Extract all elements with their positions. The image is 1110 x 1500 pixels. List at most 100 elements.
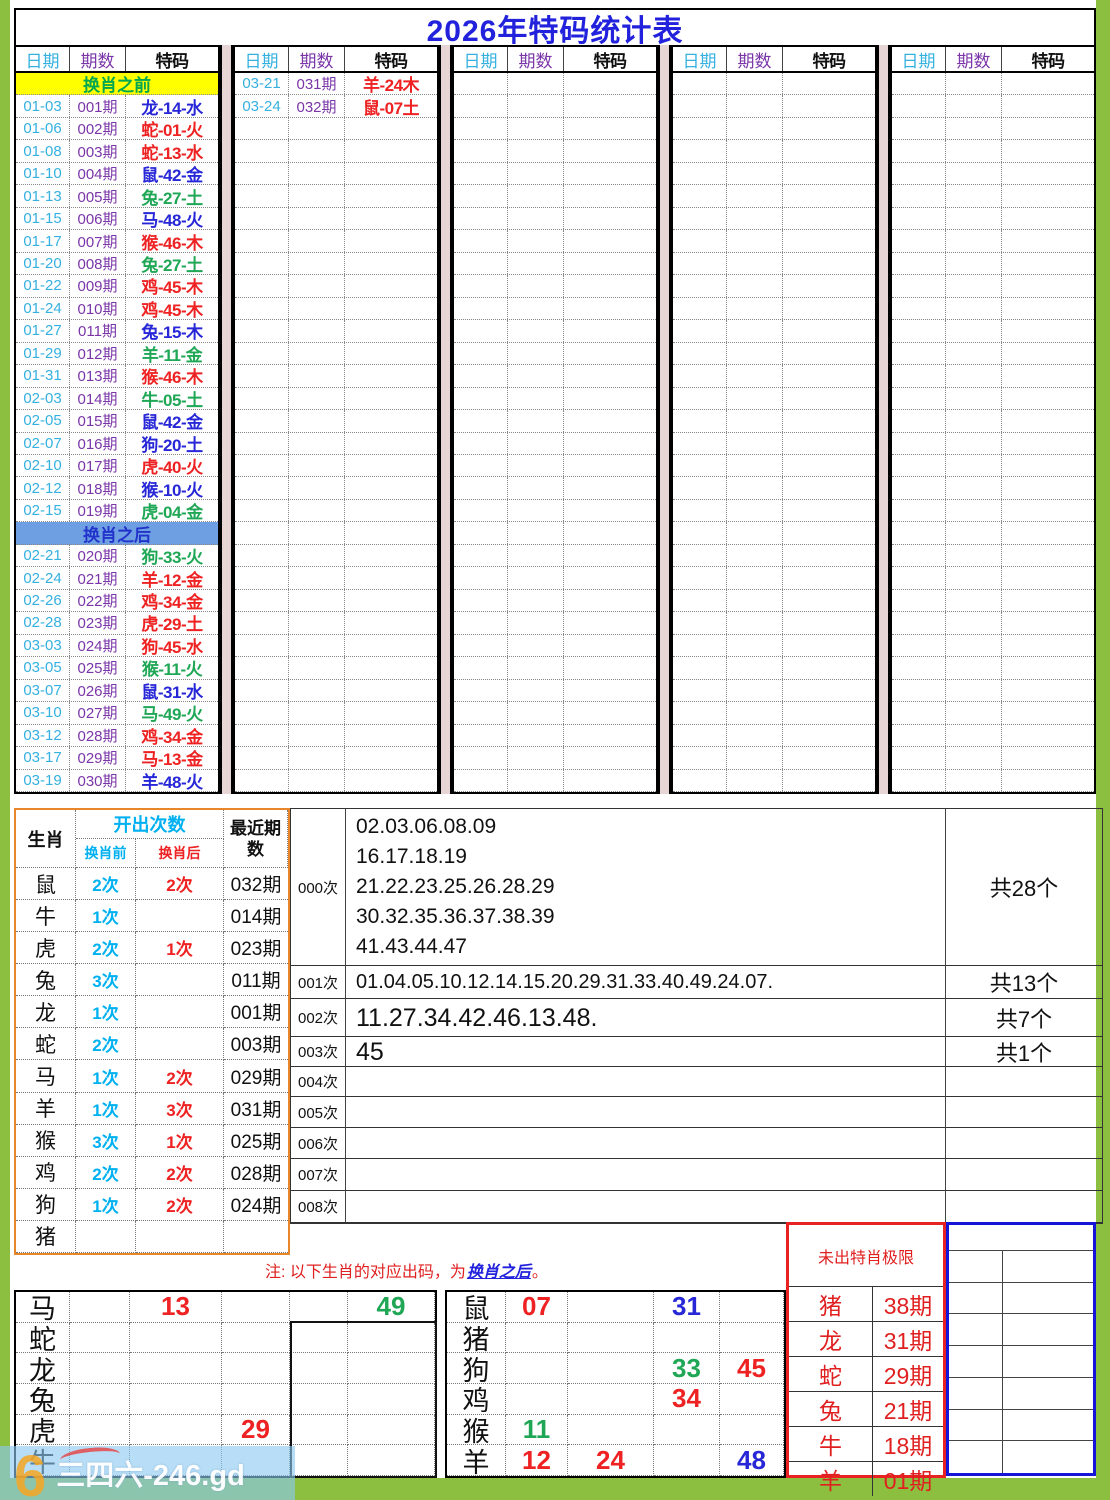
table-row: 03-12 028期 鸡-34-金 xyxy=(16,724,218,748)
date-cell: 03-07 xyxy=(16,679,70,702)
date-cell xyxy=(673,185,727,207)
date-cell xyxy=(673,95,727,117)
main-table-group-2: 日期 期数 特码 03-21 031期 羊-24木 03-24 032期 鼠-07土 xyxy=(233,45,439,794)
zodiac-value-cell xyxy=(70,1414,130,1446)
date-cell xyxy=(454,230,508,252)
date-cell xyxy=(892,365,946,387)
stats-after-cell: 3次 xyxy=(136,1092,224,1125)
date-cell xyxy=(892,95,946,117)
date-cell xyxy=(454,185,508,207)
code-cell xyxy=(783,747,875,768)
zodiac-value-cell: 07 xyxy=(506,1292,568,1323)
table-row xyxy=(892,365,1094,388)
limit-row: 猪 38期 xyxy=(789,1287,943,1322)
main-table-group-3: 日期 期数 特码 xyxy=(452,45,658,794)
code-cell xyxy=(345,410,437,431)
code-cell xyxy=(1002,73,1094,94)
date-header: 日期 xyxy=(892,47,946,71)
zodiac-value-cell xyxy=(506,1322,568,1354)
limit-zodiac-cell: 猪 xyxy=(789,1287,873,1321)
date-cell xyxy=(235,657,289,679)
group-separator xyxy=(877,45,890,794)
period-header: 期数 xyxy=(946,47,1002,71)
date-cell xyxy=(235,410,289,432)
period-cell xyxy=(289,657,345,679)
blue-box-row xyxy=(949,1282,1093,1315)
code-header: 特码 xyxy=(812,51,847,71)
code-header: 特码 xyxy=(374,51,409,71)
period-cell xyxy=(508,320,564,342)
table-row xyxy=(673,207,875,231)
date-cell xyxy=(454,499,508,522)
period-cell xyxy=(289,252,345,275)
date-cell xyxy=(454,724,508,747)
code-cell xyxy=(345,567,437,588)
date-cell xyxy=(673,342,727,365)
table-row xyxy=(673,612,875,635)
date-cell xyxy=(892,342,946,365)
table-row xyxy=(454,230,656,253)
stats-after-cell: 2次 xyxy=(136,1060,224,1093)
date-cell xyxy=(892,432,946,454)
table-row xyxy=(235,589,437,613)
date-cell xyxy=(892,612,946,634)
blue-box-cell xyxy=(1003,1410,1093,1441)
period-cell xyxy=(508,95,564,117)
table-row xyxy=(892,634,1094,658)
period-cell xyxy=(289,365,345,387)
zodiac-value-cell: 33 xyxy=(654,1353,720,1384)
code-cell xyxy=(1002,343,1094,364)
date-cell xyxy=(673,297,727,320)
code-cell xyxy=(1002,298,1094,319)
watermark-text: 三四六-246.gd xyxy=(56,1460,245,1492)
date-cell: 02-28 xyxy=(16,612,70,634)
table-row xyxy=(454,612,656,635)
table-row: 02-07 016期 狗-20-土 xyxy=(16,432,218,455)
zodiac-value-cell xyxy=(348,1353,435,1384)
period-cell xyxy=(727,297,783,320)
code-cell xyxy=(783,455,875,476)
code-cell xyxy=(345,275,437,296)
table-row xyxy=(892,252,1094,276)
code-cell: 鸡-45-木 xyxy=(141,300,203,320)
blue-box-cell xyxy=(1003,1378,1093,1409)
code-cell: 兔-15-木 xyxy=(141,323,203,342)
code-cell: 虎-29-土 xyxy=(141,615,203,634)
date-cell xyxy=(454,117,508,140)
period-cell: 016期 xyxy=(70,432,126,454)
watermark-logo: 6 xyxy=(14,1444,47,1500)
period-cell xyxy=(727,544,783,567)
table-row xyxy=(892,702,1094,725)
table-row: 01-20 008期 兔-27-土 xyxy=(16,252,218,276)
blue-box-top-cell xyxy=(949,1225,1093,1251)
period-cell xyxy=(289,724,345,747)
table-row xyxy=(673,702,875,725)
table-row xyxy=(673,117,875,141)
code-cell xyxy=(564,320,656,341)
date-cell xyxy=(454,432,508,454)
frequency-table: 000次 02.03.06.08.09 16.17.18.19 21.22.23.25… xyxy=(290,808,1103,1224)
stats-after-cell xyxy=(136,964,224,997)
table-row xyxy=(892,117,1094,141)
zodiac-value-cell xyxy=(348,1414,435,1446)
table-row: 02-05 015期 鼠-42-金 xyxy=(16,410,218,433)
period-cell xyxy=(946,140,1002,162)
period-cell xyxy=(946,207,1002,230)
blue-box-cell xyxy=(949,1409,1003,1441)
date-cell xyxy=(454,387,508,410)
period-cell: 021期 xyxy=(70,567,126,589)
table-row xyxy=(673,769,875,792)
period-cell xyxy=(946,342,1002,365)
period-cell xyxy=(508,207,564,230)
period-cell xyxy=(946,499,1002,522)
zodiac-name-cell: 狗 xyxy=(447,1353,506,1384)
table-row xyxy=(892,454,1094,478)
frequency-count xyxy=(946,1191,1102,1223)
code-cell xyxy=(783,343,875,364)
code-cell xyxy=(564,343,656,364)
table-row xyxy=(454,634,656,658)
frequency-numbers xyxy=(346,1159,946,1191)
blue-box-cell xyxy=(949,1282,1003,1314)
zodiac-value-cell: 13 xyxy=(130,1292,222,1323)
table-row xyxy=(892,432,1094,455)
